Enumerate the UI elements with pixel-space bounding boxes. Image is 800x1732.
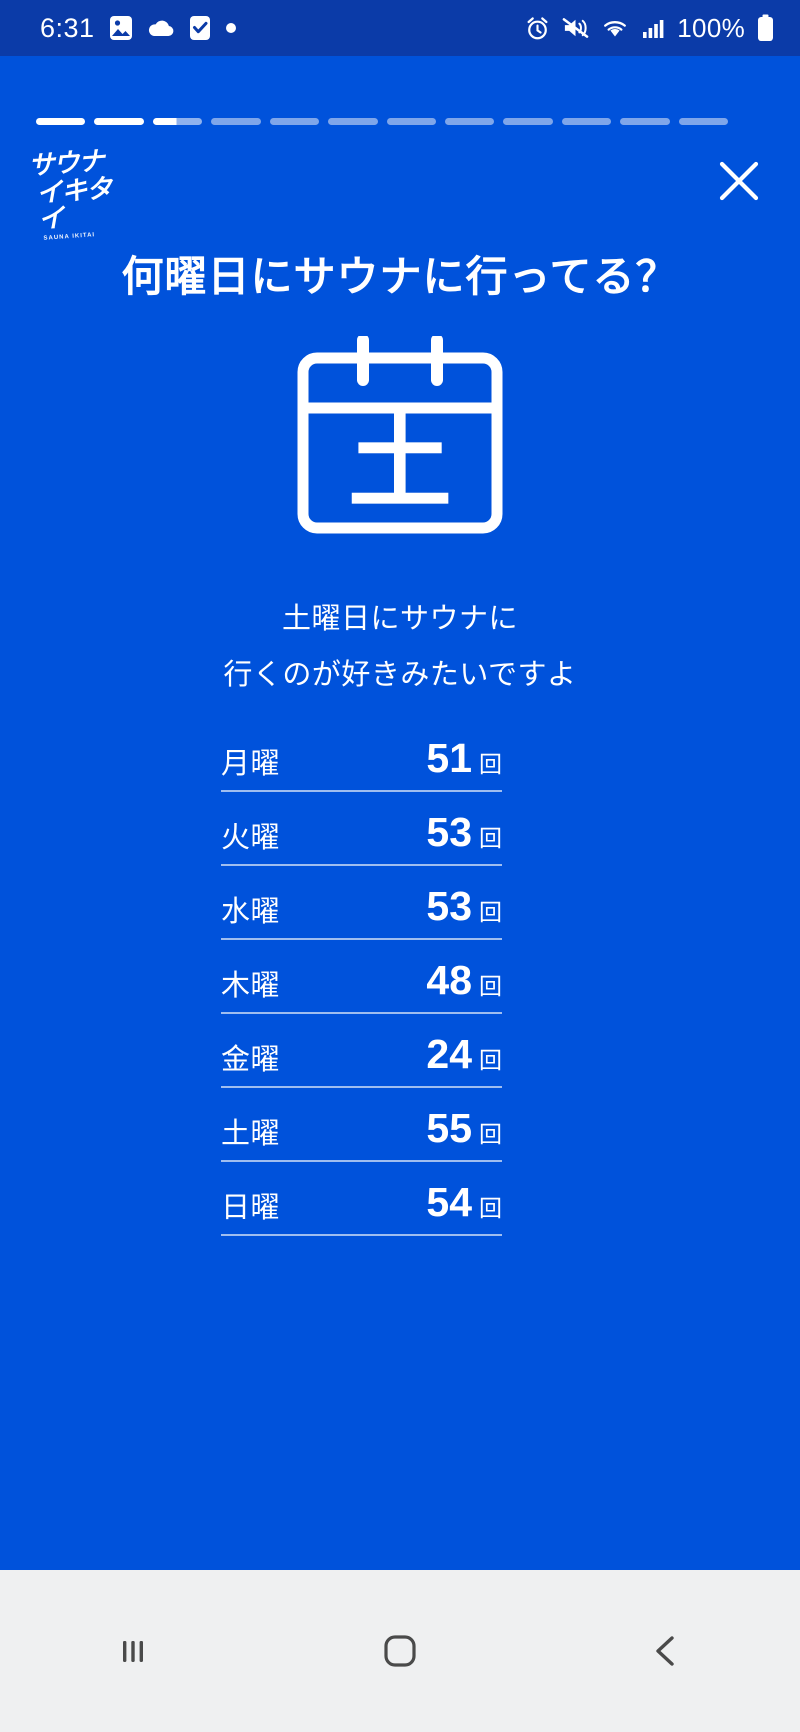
table-row: 月曜 51 回 [221, 718, 502, 792]
row-count-unit: 回 [479, 1122, 502, 1148]
row-count-value: 53 [426, 883, 472, 929]
progress-segment [386, 118, 436, 125]
close-icon [719, 161, 759, 201]
row-value-group: 24 回 [426, 1031, 502, 1078]
progress-segment-current [152, 118, 203, 125]
status-bar-right: 100% [525, 13, 774, 44]
photo-icon [109, 15, 133, 41]
recents-icon [123, 1641, 144, 1662]
row-count-unit: 回 [479, 1048, 502, 1074]
row-count-unit: 回 [479, 826, 502, 852]
status-bar-left: 6:31 [40, 12, 237, 43]
row-day-label: 月曜 [221, 746, 281, 780]
table-row: 日曜 54 回 [221, 1162, 502, 1236]
row-count-unit: 回 [479, 1196, 502, 1222]
row-count-value: 55 [426, 1105, 472, 1151]
row-count-value: 53 [426, 809, 472, 855]
dot-icon [225, 22, 237, 34]
wifi-icon [601, 16, 629, 40]
table-row: 土曜 55 回 [221, 1088, 502, 1162]
page-title: 何曜日にサウナに行ってる？ [121, 252, 679, 301]
calendar-day-character: 土 [347, 401, 452, 523]
row-count-unit: 回 [479, 752, 502, 778]
row-count-value: 51 [426, 735, 472, 781]
row-day-label: 水曜 [221, 894, 281, 928]
close-button[interactable] [708, 150, 770, 212]
app-root: 6:31 100% サウナ イキタイ SAUNA IKITAI 何曜日にサウナに… [0, 0, 800, 1732]
recents-button[interactable] [73, 1591, 193, 1711]
row-day-label: 金曜 [221, 1042, 281, 1076]
table-row: 火曜 53 回 [221, 792, 502, 866]
status-bar-clock: 6:31 [40, 12, 95, 43]
row-day-label: 日曜 [221, 1190, 281, 1224]
progress-segment [36, 118, 86, 125]
row-count-unit: 回 [479, 900, 502, 926]
row-day-label: 土曜 [221, 1116, 281, 1150]
battery-icon [757, 14, 774, 42]
row-count-value: 54 [426, 1179, 472, 1225]
row-value-group: 54 回 [426, 1179, 502, 1226]
volume-mute-icon [562, 16, 589, 40]
row-day-label: 木曜 [221, 968, 281, 1002]
progress-segment [503, 118, 553, 125]
row-value-group: 55 回 [426, 1105, 502, 1152]
progress-segment [269, 118, 320, 125]
table-row: 水曜 53 回 [221, 866, 502, 940]
back-icon [655, 1636, 674, 1666]
weekday-stats-list: 月曜 51 回 火曜 53 回 水曜 53 回 木曜 48 回 金曜 24 回 … [221, 718, 502, 1236]
result-subtitle: 土曜日にサウナに 行くのが好きみたいですよ [0, 590, 800, 702]
row-value-group: 53 回 [426, 809, 502, 856]
row-count-value: 24 [426, 1031, 472, 1077]
progress-segment [678, 118, 729, 125]
result-subtitle-line2: 行くのが好きみたいですよ [223, 657, 577, 691]
alarm-icon [525, 16, 550, 41]
row-value-group: 51 回 [426, 735, 502, 782]
table-row: 金曜 24 回 [221, 1014, 502, 1088]
task-check-icon [189, 15, 211, 41]
result-subtitle-line1: 土曜日にサウナに [281, 601, 518, 635]
cloud-icon [147, 18, 175, 38]
row-count-unit: 回 [479, 974, 502, 1000]
row-value-group: 53 回 [426, 883, 502, 930]
progress-segment [561, 118, 612, 125]
row-value-group: 48 回 [426, 957, 502, 1004]
progress-stepper [36, 118, 729, 125]
calendar-icon: 土 [295, 334, 505, 536]
progress-segment [620, 118, 670, 125]
back-button[interactable] [607, 1591, 727, 1711]
progress-segment [328, 118, 378, 125]
system-navigation-bar [0, 1570, 800, 1732]
home-button[interactable] [340, 1591, 460, 1711]
progress-segment [444, 118, 495, 125]
app-logo: サウナ イキタイ SAUNA IKITAI [27, 146, 137, 241]
progress-segment [211, 118, 261, 125]
signal-icon [641, 16, 665, 40]
home-icon [384, 1635, 416, 1667]
progress-segment [94, 118, 144, 125]
status-bar: 6:31 100% [0, 0, 800, 56]
logo-line2: イキタイ [35, 174, 113, 236]
row-count-value: 48 [426, 957, 472, 1003]
calendar-illustration: 土 [0, 334, 800, 536]
battery-percent-label: 100% [677, 12, 745, 43]
row-day-label: 火曜 [221, 820, 281, 854]
table-row: 木曜 48 回 [221, 940, 502, 1014]
